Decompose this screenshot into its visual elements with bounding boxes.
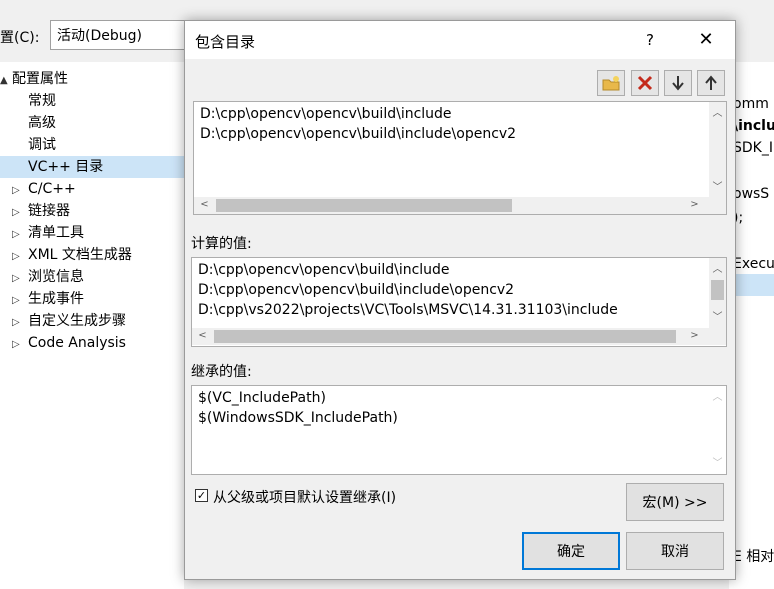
delete-icon bbox=[637, 75, 653, 91]
property-value-fragment: omm bbox=[733, 96, 769, 112]
scroll-right-icon[interactable]: > bbox=[686, 199, 703, 210]
tree-item-label: 常规 bbox=[28, 93, 56, 109]
scroll-left-icon[interactable]: < bbox=[196, 199, 213, 210]
expand-arrow-icon[interactable]: ▷ bbox=[12, 334, 24, 356]
expand-arrow-icon[interactable]: ▷ bbox=[12, 180, 24, 202]
tree-item[interactable]: ▷ 生成事件 bbox=[0, 288, 184, 310]
configuration-label: 置(C): bbox=[0, 30, 40, 46]
computed-values-list[interactable]: D:\cpp\vs2022\projects\VC\Tools\MSVC\14.… bbox=[191, 257, 727, 347]
scroll-down-icon[interactable]: ﹀ bbox=[709, 454, 726, 469]
cancel-button[interactable]: 取消 bbox=[626, 532, 724, 570]
expand-arrow-icon[interactable]: ▷ bbox=[12, 202, 24, 224]
new-folder-icon bbox=[602, 76, 620, 91]
expand-arrow-icon[interactable]: ▷ bbox=[12, 312, 24, 334]
tree-item[interactable]: 常规 bbox=[0, 90, 184, 112]
tree-item-label: 高级 bbox=[28, 115, 56, 131]
property-tree[interactable]: ▲ 配置属性 常规 高级 调试 VC++ 目录 ▷ C/C++ ▷ 链接器 ▷ 清单工具 ▷ XML 文档… bbox=[0, 62, 184, 589]
arrow-down-icon bbox=[672, 76, 684, 91]
tree-item[interactable]: ▷ 清单工具 bbox=[0, 222, 184, 244]
close-button[interactable]: ✕ bbox=[691, 27, 721, 53]
expand-arrow-icon[interactable]: ▷ bbox=[12, 224, 24, 246]
computed-values-label: 计算的值: bbox=[191, 236, 252, 252]
tree-item[interactable]: ▷ XML 文档生成器 bbox=[0, 244, 184, 266]
scroll-up-icon[interactable]: ︿ bbox=[709, 260, 726, 275]
tree-item[interactable]: ▷ 浏览信息 bbox=[0, 266, 184, 288]
arrow-up-icon bbox=[705, 75, 717, 90]
inherit-checkbox[interactable]: ✓ bbox=[195, 489, 208, 502]
scroll-up-icon[interactable]: ︿ bbox=[709, 388, 726, 403]
property-value-fragment: SDK_I bbox=[733, 140, 773, 156]
inherited-values-label: 继承的值: bbox=[191, 364, 252, 380]
tree-item[interactable]: ▷ Code Analysis bbox=[0, 332, 184, 354]
ok-button[interactable]: 确定 bbox=[522, 532, 620, 570]
new-line-button[interactable] bbox=[597, 70, 625, 96]
path-line: D:\cpp\vs2022\projects\VC\Tools\MSVC\14.… bbox=[198, 302, 618, 318]
vertical-scroll-thumb[interactable] bbox=[711, 280, 724, 300]
cancel-button-label: 取消 bbox=[661, 544, 689, 560]
tree-item-label: 调试 bbox=[28, 137, 56, 153]
computed-vertical-scrollbar[interactable]: ︿ ﹀ bbox=[709, 258, 726, 328]
path-line: D:\cpp\opencv\opencv\build\include bbox=[200, 106, 452, 122]
ok-button-label: 确定 bbox=[557, 544, 585, 560]
horizontal-scroll-thumb[interactable] bbox=[216, 199, 512, 212]
checkmark-icon: ✓ bbox=[196, 489, 207, 502]
property-value-fragment: owsS bbox=[733, 186, 770, 202]
expand-arrow-icon[interactable]: ▷ bbox=[12, 290, 24, 312]
scroll-left-icon[interactable]: < bbox=[194, 330, 211, 341]
editor-vertical-scrollbar[interactable]: ︿ ﹀ bbox=[709, 102, 726, 197]
move-up-button[interactable] bbox=[697, 70, 725, 96]
tree-item-label: Code Analysis bbox=[28, 335, 126, 351]
tree-item[interactable]: ▷ 自定义生成步骤 bbox=[0, 310, 184, 332]
tree-item-label: 清单工具 bbox=[28, 225, 84, 241]
tree-item[interactable]: 调试 bbox=[0, 134, 184, 156]
tree-item-label: 自定义生成步骤 bbox=[28, 313, 126, 329]
path-line: D:\cpp\opencv\opencv\build\include bbox=[198, 262, 450, 278]
tree-item[interactable]: ▷ C/C++ bbox=[0, 178, 184, 200]
property-value-fragment: Execu bbox=[733, 256, 774, 272]
tree-item[interactable]: ▲ 配置属性 bbox=[0, 68, 184, 90]
expand-arrow-icon[interactable]: ▷ bbox=[12, 246, 24, 268]
tree-item-label: 链接器 bbox=[28, 203, 70, 219]
computed-horizontal-scrollbar[interactable]: < > bbox=[192, 328, 726, 345]
inherit-checkbox-label[interactable]: 从父级或项目默认设置继承(I) bbox=[213, 487, 396, 507]
dialog-title: 包含目录 bbox=[195, 33, 256, 51]
delete-line-button[interactable] bbox=[631, 70, 659, 96]
configuration-value: 活动(Debug) bbox=[57, 28, 142, 44]
tree-item-label: C/C++ bbox=[28, 181, 76, 197]
inherited-values-list[interactable]: $(WindowsSDK_IncludePath) $(VC_IncludePat… bbox=[191, 385, 727, 475]
tree-item[interactable]: VC++ 目录 bbox=[0, 156, 184, 178]
dialog-titlebar: 包含目录 ? ✕ bbox=[185, 21, 735, 59]
scroll-down-icon[interactable]: ﹀ bbox=[709, 308, 726, 323]
tree-item-label: 生成事件 bbox=[28, 291, 84, 307]
path-line: $(WindowsSDK_IncludePath) bbox=[198, 410, 398, 426]
horizontal-scroll-thumb[interactable] bbox=[214, 330, 676, 343]
scroll-right-icon[interactable]: > bbox=[686, 330, 703, 341]
macros-button-label: 宏(M) >> bbox=[642, 495, 708, 511]
tree-item-label: 浏览信息 bbox=[28, 269, 84, 285]
property-value-fragment: \inclu bbox=[733, 118, 774, 134]
macros-button[interactable]: 宏(M) >> bbox=[626, 483, 724, 521]
tree-item-label: 配置属性 bbox=[12, 71, 68, 87]
property-value-fragment: E 相对 bbox=[733, 549, 774, 565]
move-down-button[interactable] bbox=[664, 70, 692, 96]
path-line: D:\cpp\opencv\opencv\build\include\openc… bbox=[200, 126, 517, 142]
include-directories-dialog: 包含目录 ? ✕ D:\cpp\opencv\opencv\build\incl… bbox=[184, 20, 736, 580]
include-paths-editor[interactable]: D:\cpp\opencv\opencv\build\include\openc… bbox=[193, 101, 727, 215]
scroll-down-icon[interactable]: ﹀ bbox=[709, 178, 726, 193]
path-line: D:\cpp\opencv\opencv\build\include\openc… bbox=[198, 282, 515, 298]
tree-item-label: XML 文档生成器 bbox=[28, 247, 132, 263]
tree-item[interactable]: ▷ 链接器 bbox=[0, 200, 184, 222]
help-button[interactable]: ? bbox=[635, 27, 665, 53]
path-line: $(VC_IncludePath) bbox=[198, 390, 326, 406]
tree-item[interactable]: 高级 bbox=[0, 112, 184, 134]
scroll-up-icon[interactable]: ︿ bbox=[709, 104, 726, 119]
inherited-vertical-scrollbar[interactable]: ︿ ﹀ bbox=[709, 386, 726, 474]
expand-arrow-icon[interactable]: ▲ bbox=[0, 70, 12, 92]
editor-horizontal-scrollbar[interactable]: < > bbox=[194, 197, 726, 214]
tree-item-label: VC++ 目录 bbox=[28, 159, 104, 175]
expand-arrow-icon[interactable]: ▷ bbox=[12, 268, 24, 290]
